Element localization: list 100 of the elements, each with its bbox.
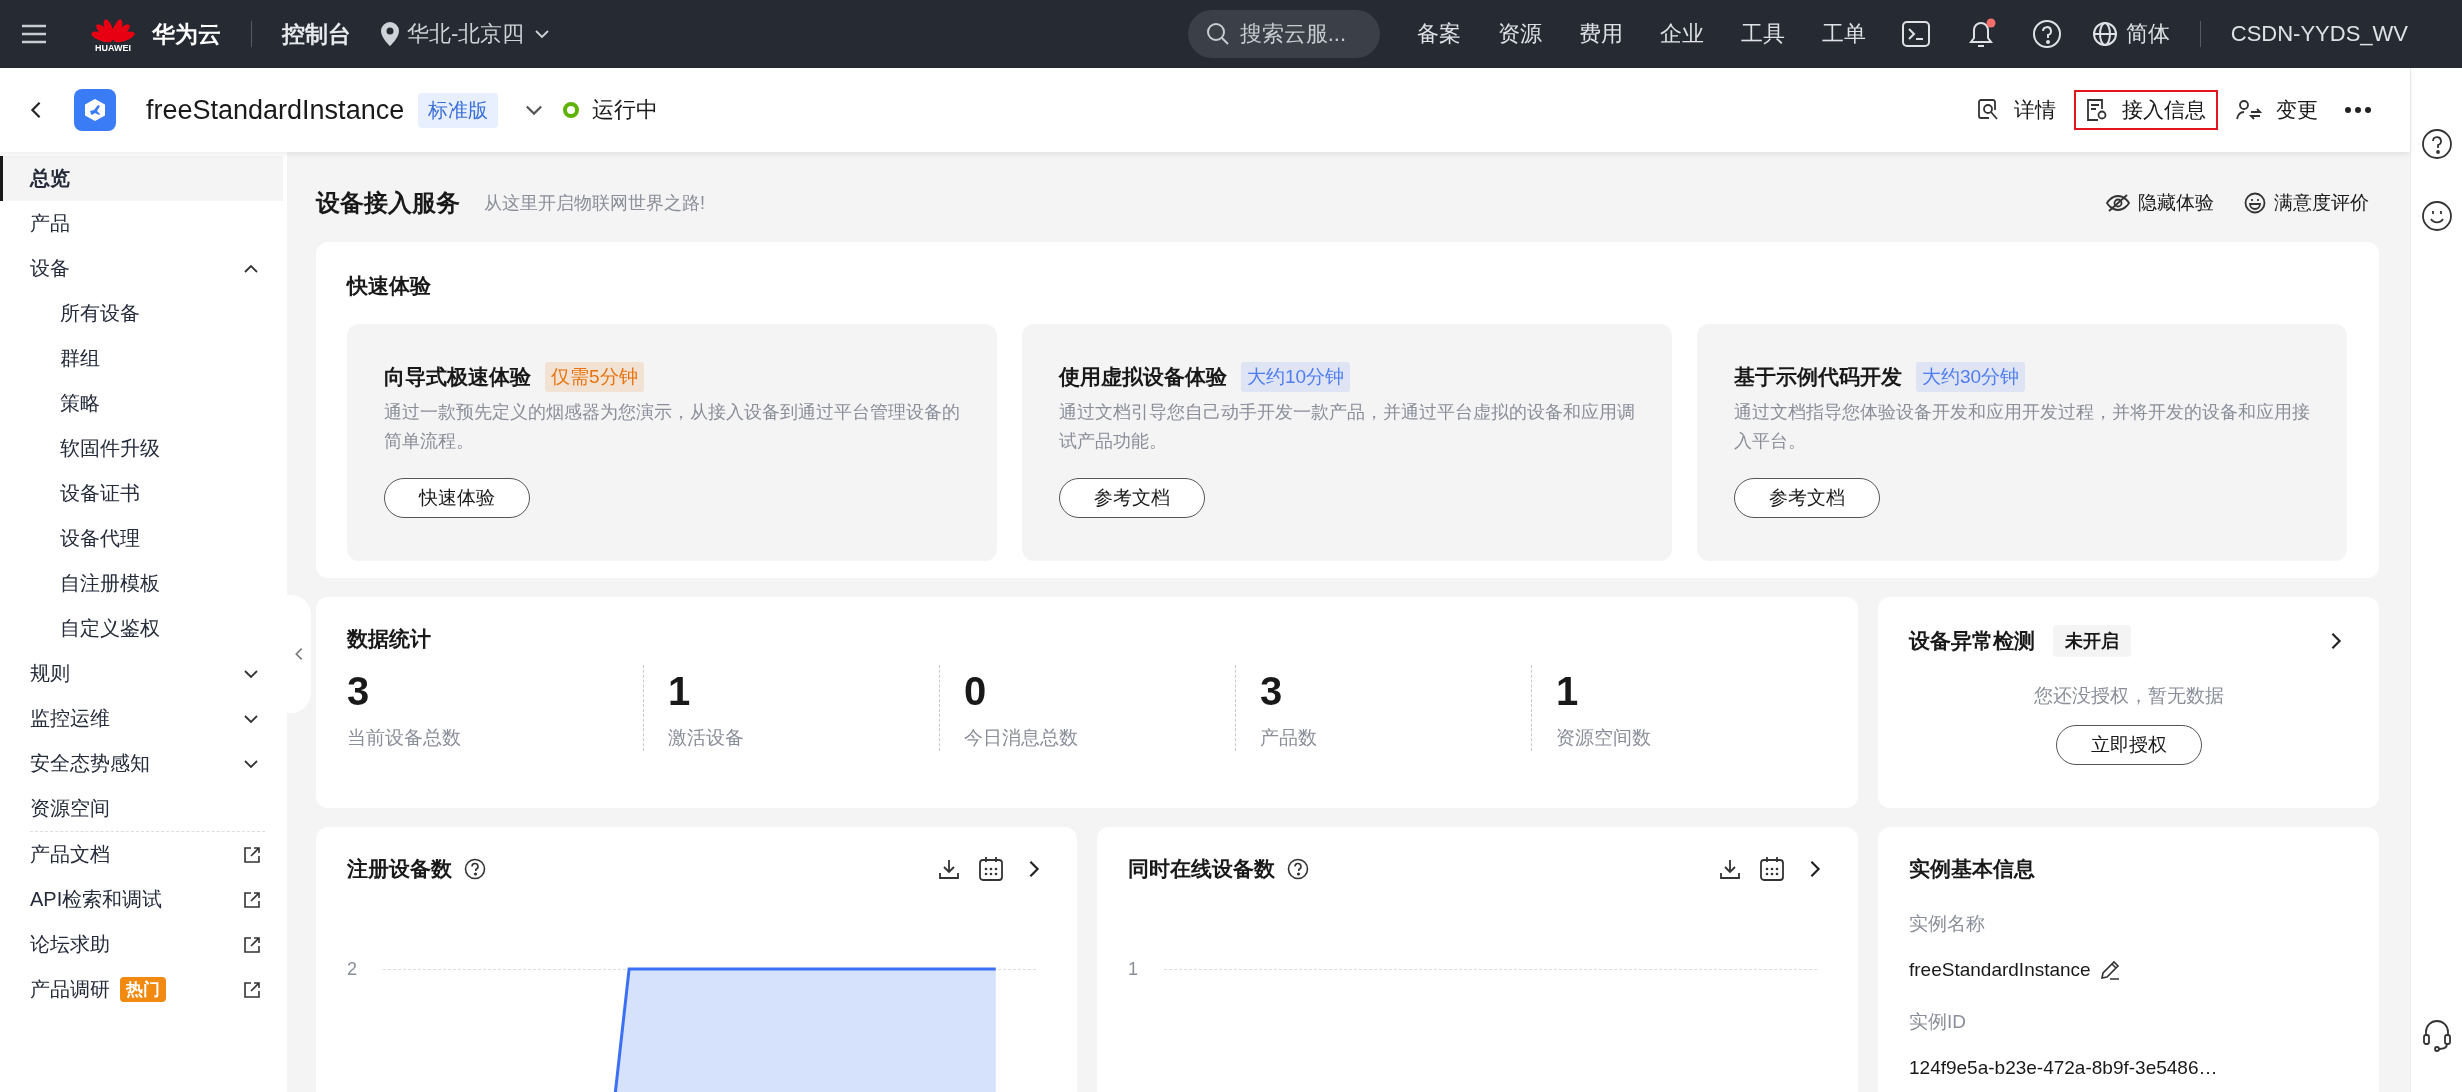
card-title: 数据统计 xyxy=(347,626,432,652)
download-icon[interactable] xyxy=(938,858,960,880)
logo-caption: HUAWEI xyxy=(95,43,131,53)
toolbar-button[interactable]: 详情 xyxy=(1966,90,2068,130)
brand-name: 华为云 xyxy=(152,19,221,49)
sidebar-item[interactable]: 设备证书 xyxy=(0,471,283,516)
chart-title: 同时在线设备数 xyxy=(1128,856,1275,882)
card-title: 使用虚拟设备体验 xyxy=(1059,364,1227,390)
sidebar-item[interactable]: 规则 xyxy=(0,651,283,696)
pencil-icon[interactable] xyxy=(2098,959,2121,981)
card-description: 通过文档指导您体验设备开发和应用开发过程，并将开发的设备和应用接入平台。 xyxy=(1734,401,2310,453)
language-selector[interactable]: 简体 xyxy=(2091,19,2170,49)
sidebar-item[interactable]: 自注册模板 xyxy=(0,561,283,606)
chart-title: 注册设备数 xyxy=(347,856,452,882)
sidebar-link[interactable]: 产品调研 热门 xyxy=(0,967,283,1012)
sidebar-item[interactable]: 设备代理 xyxy=(0,516,283,561)
toolbar-button[interactable]: 接入信息 xyxy=(2074,90,2218,130)
download-icon[interactable] xyxy=(1719,858,1741,880)
document-gear-icon xyxy=(2086,98,2108,122)
stat-label: 激活设备 xyxy=(668,726,745,750)
duration-tag: 大约30分钟 xyxy=(1916,362,2026,392)
magnifier-document-icon xyxy=(1978,99,2000,121)
external-link-icon xyxy=(243,935,261,954)
stat-label: 产品数 xyxy=(1260,726,1318,750)
help-icon[interactable] xyxy=(464,858,486,880)
smiley-icon[interactable] xyxy=(2420,200,2453,232)
axis-label: 1 xyxy=(1128,960,1139,981)
toolbar-button[interactable]: 变更 xyxy=(2224,90,2330,130)
nav-link[interactable]: 工单 xyxy=(1821,19,1866,49)
nav-link[interactable]: 工具 xyxy=(1740,19,1785,49)
section-subtitle: 从这里开启物联网世界之路! xyxy=(484,192,705,215)
status-tag: 未开启 xyxy=(2053,625,2131,657)
sidebar-item[interactable]: 软固件升级 xyxy=(0,426,283,471)
region-selector[interactable]: 华北-北京四 xyxy=(381,19,553,49)
card-title: 向导式极速体验 xyxy=(384,364,531,390)
status-dot-icon xyxy=(562,101,581,119)
users-swap-icon xyxy=(2236,99,2262,121)
globe-icon xyxy=(2091,21,2118,47)
stat-label: 资源空间数 xyxy=(1556,726,1652,750)
sidebar-link[interactable]: 产品文档 xyxy=(0,832,283,877)
duration-tag: 大约10分钟 xyxy=(1241,362,1351,392)
console-title[interactable]: 控制台 xyxy=(282,18,351,50)
header-link[interactable]: 隐藏体验 xyxy=(2106,190,2214,216)
calendar-icon[interactable] xyxy=(978,856,1004,882)
sidebar-link[interactable]: API检索和调试 xyxy=(0,877,283,922)
card-title: 设备异常检测 xyxy=(1909,628,2035,654)
headset-icon[interactable] xyxy=(2420,1018,2453,1052)
sidebar-item[interactable]: 所有设备 xyxy=(0,291,283,336)
section-title: 设备接入服务 xyxy=(316,188,460,218)
field-label: 实例ID xyxy=(1909,1010,1967,1034)
location-pin-icon xyxy=(381,22,399,46)
search-icon xyxy=(1205,22,1230,46)
card-description: 通过一款预先定义的烟感器为您演示，从接入设备到通过平台管理设备的简单流程。 xyxy=(384,401,960,453)
sidebar-item[interactable]: 安全态势感知 xyxy=(0,741,283,786)
outline-button[interactable]: 参考文档 xyxy=(1059,478,1205,518)
sidebar-item[interactable]: 群组 xyxy=(0,336,283,381)
sidebar-item[interactable]: 监控运维 xyxy=(0,696,283,741)
help-icon[interactable] xyxy=(2420,128,2453,160)
search-field[interactable]: 搜索云服... xyxy=(1187,10,1380,58)
menu-icon[interactable] xyxy=(22,24,46,44)
nav-link[interactable]: 资源 xyxy=(1497,19,1542,49)
account-name[interactable]: CSDN-YYDS_WV xyxy=(2230,21,2408,47)
app-icon xyxy=(74,89,116,131)
edition-tag: 标准版 xyxy=(418,92,499,128)
outline-button[interactable]: 立即授权 xyxy=(2055,725,2202,765)
nav-link[interactable]: 企业 xyxy=(1659,19,1704,49)
outline-button[interactable]: 参考文档 xyxy=(1734,478,1880,518)
card-title: 快速体验 xyxy=(347,273,432,299)
empty-message: 您还没授权，暂无数据 xyxy=(2033,684,2224,708)
stat-value: 3 xyxy=(1260,668,1284,715)
sidebar-item[interactable]: 总览 xyxy=(0,156,283,201)
stat-label: 当前设备总数 xyxy=(347,726,462,750)
field-value: freeStandardInstance xyxy=(1909,959,2091,981)
sidebar-item[interactable]: 策略 xyxy=(0,381,283,426)
axis-label: 2 xyxy=(347,960,358,981)
sidebar-item[interactable]: 自定义鉴权 xyxy=(0,606,283,651)
eye-off-icon xyxy=(2106,193,2130,213)
more-icon[interactable] xyxy=(2344,106,2372,114)
field-value: 124f9e5a-b23e-472a-8b9f-3e5486… xyxy=(1909,1057,2218,1079)
external-link-icon xyxy=(243,845,261,864)
sidebar-item[interactable]: 产品 xyxy=(0,201,283,246)
sidebar-item[interactable]: 资源空间 xyxy=(0,786,283,831)
sidebar-link[interactable]: 论坛求助 xyxy=(0,922,283,967)
external-link-icon xyxy=(243,890,261,909)
external-link-icon xyxy=(243,980,261,999)
stat-value: 0 xyxy=(964,668,988,715)
smiley-icon xyxy=(2244,192,2266,214)
nav-link[interactable]: 费用 xyxy=(1578,19,1623,49)
sidebar-item[interactable]: 设备 xyxy=(0,246,283,291)
collapse-handle[interactable] xyxy=(287,595,311,713)
outline-button[interactable]: 快速体验 xyxy=(384,478,530,518)
help-icon[interactable] xyxy=(1287,858,1309,880)
instance-name: freeStandardInstance xyxy=(146,94,405,126)
header-link[interactable]: 满意度评价 xyxy=(2244,190,2369,216)
calendar-icon[interactable] xyxy=(1759,856,1785,882)
nav-link[interactable]: 备案 xyxy=(1416,19,1461,49)
field-label: 实例名称 xyxy=(1909,912,1986,936)
stat-value: 3 xyxy=(347,668,371,715)
stat-value: 1 xyxy=(1556,668,1580,715)
terminal-icon[interactable] xyxy=(1901,21,1930,47)
